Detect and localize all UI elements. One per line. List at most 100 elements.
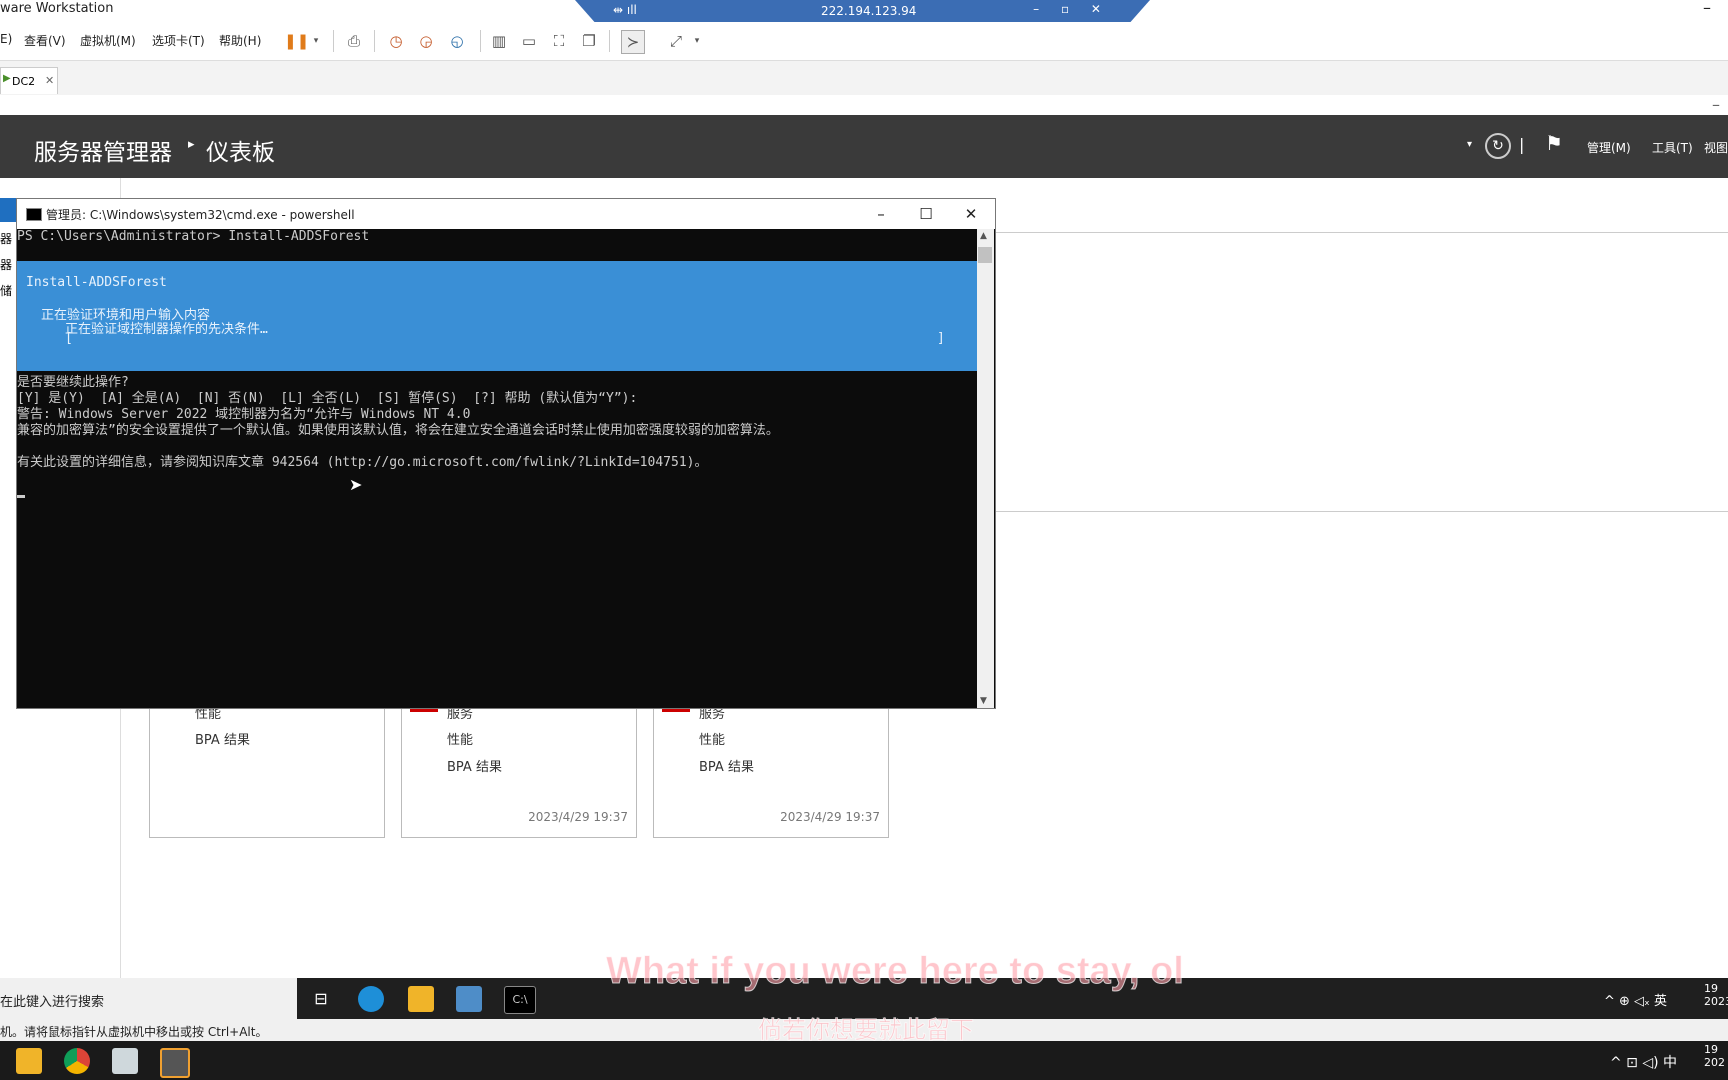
remote-window-controls[interactable]: – ▫ ✕ xyxy=(1033,2,1110,16)
subtitle-chinese: 倘若你想要就此留下 xyxy=(758,1017,975,1045)
minimize-icon[interactable]: – xyxy=(1712,95,1720,114)
flag-icon[interactable]: ⚑ xyxy=(1545,131,1563,155)
pause-icon[interactable]: ❚❚ xyxy=(284,30,309,52)
cmd-icon xyxy=(26,208,42,221)
menu-view[interactable]: 视图 xyxy=(1704,139,1728,156)
thumbnail-icon[interactable]: ▭ xyxy=(518,30,540,52)
progress-substatus: 正在验证域控制器操作的先决条件… xyxy=(65,322,268,337)
subtitle-english: What if you were here to stay, ol xyxy=(606,950,1185,993)
snapshot-icon[interactable]: ◷ xyxy=(385,30,407,52)
dropdown-icon[interactable]: ▾ xyxy=(686,30,708,52)
refresh-icon[interactable]: ↻ xyxy=(1485,133,1511,159)
close-button[interactable]: ✕ xyxy=(949,201,993,227)
tile-line[interactable]: BPA 结果 xyxy=(699,756,754,775)
server-tile-1[interactable]: 性能 BPA 结果 xyxy=(149,690,385,838)
tab-dc2[interactable]: ▶ DC2 ✕ xyxy=(0,67,58,94)
sidebar-toggle-icon[interactable]: ▥ xyxy=(488,30,510,52)
dropdown-icon[interactable]: ▾ xyxy=(305,30,327,52)
scroll-up-icon[interactable]: ▲ xyxy=(980,231,987,241)
vmware-icon[interactable] xyxy=(160,1048,190,1078)
unity-icon[interactable]: ❐ xyxy=(578,30,600,52)
nav-selected-marker xyxy=(0,198,16,222)
prompt-line: PS C:\Users\Administrator> Install-ADDSF… xyxy=(17,229,370,244)
host-clock[interactable]: 19 202 xyxy=(1704,1043,1725,1069)
progress-panel: Install-ADDSForest 正在验证环境和用户输入内容 正在验证域控制… xyxy=(17,261,977,371)
minimize-button[interactable]: – xyxy=(1692,0,1722,17)
menu-help[interactable]: 帮助(H) xyxy=(219,32,261,49)
menu-manage[interactable]: 管理(M) xyxy=(1587,139,1631,156)
progress-bar-end: ] xyxy=(937,331,945,346)
scroll-down-icon[interactable]: ▼ xyxy=(980,696,987,706)
progress-bar-start: [ xyxy=(65,331,73,346)
scroll-thumb[interactable] xyxy=(978,247,992,263)
menu-tabs[interactable]: 选项卡(T) xyxy=(152,32,205,49)
task-view-icon[interactable]: ⊟ xyxy=(308,986,334,1012)
snapshot-manager-icon[interactable]: ◵ xyxy=(446,30,468,52)
pin-signal-icon[interactable]: ⇹ ıll xyxy=(613,3,637,17)
powershell-window[interactable]: 管理员: C:\Windows\system32\cmd.exe - power… xyxy=(16,198,996,709)
notepad-icon[interactable] xyxy=(112,1048,138,1074)
separator xyxy=(480,30,481,52)
separator xyxy=(374,30,375,52)
tile-line[interactable]: BPA 结果 xyxy=(195,729,250,748)
nav-item[interactable]: 器 xyxy=(0,230,12,247)
breadcrumb-page: 仪表板 xyxy=(206,140,275,166)
search-placeholder: 在此键入进行搜索 xyxy=(0,995,105,1010)
remote-ip: 222.194.123.94 xyxy=(821,4,917,18)
dropdown-icon[interactable]: ▾ xyxy=(1467,139,1472,150)
nav-item[interactable]: 器 xyxy=(0,256,12,273)
host-taskbar: ^ ⊡ ◁) 中 19 202 xyxy=(0,1041,1728,1080)
vm-running-icon: ▶ xyxy=(3,73,11,84)
console-view-icon[interactable]: ≻ xyxy=(621,30,645,54)
clock[interactable]: 19 2023 xyxy=(1704,982,1728,1008)
welcome-panel xyxy=(903,232,1728,512)
menu-tools[interactable]: 工具(T) xyxy=(1652,139,1693,156)
search-box[interactable]: 在此键入进行搜索 xyxy=(0,978,297,1019)
window-title: 管理员: C:\Windows\system32\cmd.exe - power… xyxy=(46,208,355,222)
cmd-taskbar-icon[interactable]: C:\ xyxy=(504,986,536,1014)
menu-vm[interactable]: 虚拟机(M) xyxy=(80,32,136,49)
tile-line[interactable]: BPA 结果 xyxy=(447,756,502,775)
nav-item[interactable]: 储 xyxy=(0,282,12,299)
tile-timestamp: 2023/4/29 19:37 xyxy=(528,810,628,824)
console-line: 兼容的加密算法”的安全设置提供了一个默认值。如果使用该默认值，将会在建立安全通道… xyxy=(17,423,779,438)
maximize-button[interactable]: ☐ xyxy=(904,201,948,227)
menu-edit[interactable]: E) xyxy=(0,32,12,46)
server-tile-2[interactable]: 3 服务 性能 BPA 结果 2023/4/29 19:37 xyxy=(401,690,637,838)
app-title: ware Workstation xyxy=(0,1,114,16)
console-body[interactable]: PS C:\Users\Administrator> Install-ADDSF… xyxy=(17,229,977,708)
window-controls: – xyxy=(1692,0,1722,17)
mouse-pointer-icon: ➤ xyxy=(349,475,363,494)
separator xyxy=(609,30,610,52)
text-cursor xyxy=(17,495,25,498)
server-manager-icon[interactable] xyxy=(456,986,482,1012)
fullscreen-icon[interactable]: ⛶ xyxy=(548,30,570,52)
send-keys-icon[interactable]: ⎙ xyxy=(343,30,365,52)
tab-label: DC2 xyxy=(12,75,36,88)
stretch-icon[interactable]: ⤢ xyxy=(665,30,687,52)
file-explorer-icon[interactable] xyxy=(16,1048,42,1074)
menu-toolbar: E) 查看(V) 虚拟机(M) 选项卡(T) 帮助(H) ❚❚ ▾ ⎙ ◷ ◶ … xyxy=(0,22,1728,61)
vm-guest-strip: – xyxy=(0,95,1728,115)
file-explorer-icon[interactable] xyxy=(408,986,434,1012)
host-system-tray[interactable]: ^ ⊡ ◁) 中 xyxy=(1610,1052,1677,1072)
scrollbar[interactable]: ▲ ▼ xyxy=(977,229,994,708)
tile-line[interactable]: 性能 xyxy=(699,729,725,748)
edge-icon[interactable] xyxy=(358,986,384,1012)
tile-line[interactable]: 性能 xyxy=(447,729,473,748)
server-tile-3[interactable]: 3 服务 性能 BPA 结果 2023/4/29 19:37 xyxy=(653,690,889,838)
breadcrumb-arrow: ▸ xyxy=(188,137,195,152)
minimize-button[interactable]: – xyxy=(859,201,903,227)
progress-title: Install-ADDSForest xyxy=(26,275,167,290)
revert-snapshot-icon[interactable]: ◶ xyxy=(415,30,437,52)
server-manager-header: 服务器管理器 ▸ 仪表板 ▾ ↻ | ⚑ 管理(M) 工具(T) 视图 xyxy=(0,115,1728,178)
vm-tab-strip: ▶ DC2 ✕ xyxy=(0,61,1728,96)
system-tray[interactable]: ^ ⊕ ◁ₓ 英 xyxy=(1604,990,1667,1009)
menu-view[interactable]: 查看(V) xyxy=(24,32,66,49)
powershell-titlebar[interactable]: 管理员: C:\Windows\system32\cmd.exe - power… xyxy=(17,199,995,229)
status-text: 机。请将鼠标指针从虚拟机中移出或按 Ctrl+Alt。 xyxy=(0,1025,268,1039)
chrome-icon[interactable] xyxy=(64,1048,90,1074)
separator xyxy=(333,30,334,52)
tile-timestamp: 2023/4/29 19:37 xyxy=(780,810,880,824)
close-icon[interactable]: ✕ xyxy=(45,74,54,87)
